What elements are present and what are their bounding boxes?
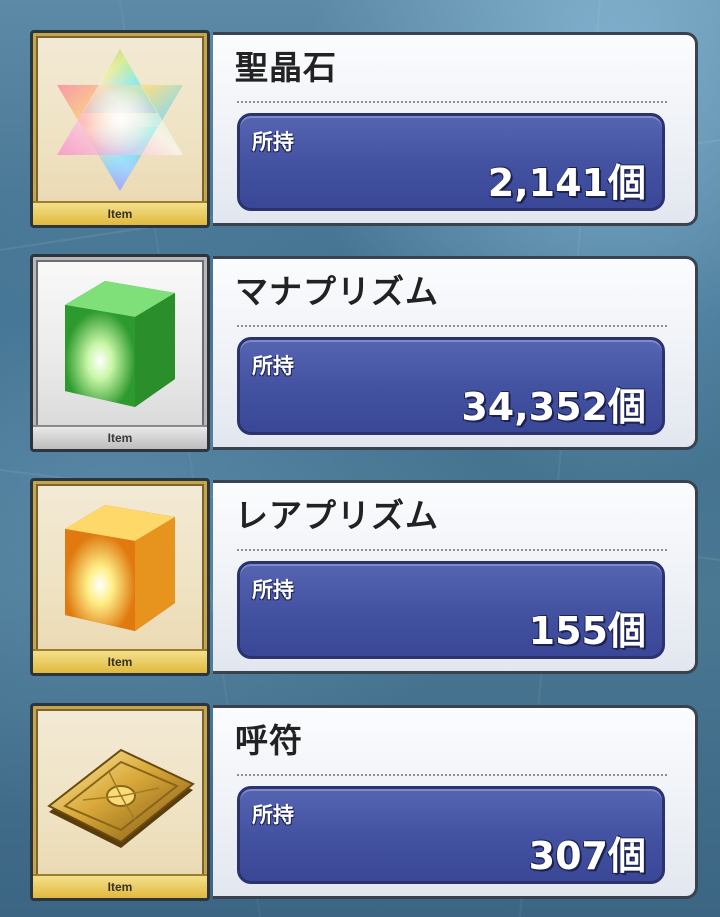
divider	[237, 549, 667, 551]
summon-ticket-icon	[47, 748, 195, 848]
item-row-rare-prism[interactable]: Item レアプリズム 所持 155個	[30, 478, 698, 676]
mana-prism-icon	[65, 281, 175, 407]
item-tag: Item	[33, 874, 207, 898]
owned-count-box: 所持 34,352個	[237, 337, 665, 435]
item-name: レアプリズム	[235, 496, 439, 535]
item-name: 呼符	[235, 721, 303, 760]
owned-count: 2,141個	[487, 161, 646, 205]
saint-quartz-icon	[57, 49, 183, 191]
item-row-mana-prism[interactable]: Item マナプリズム 所持 34,352個	[30, 254, 698, 452]
owned-label: 所持	[252, 578, 294, 602]
rare-prism-icon	[65, 505, 175, 631]
owned-count: 307個	[528, 834, 646, 878]
divider	[237, 101, 667, 103]
item-thumbnail: Item	[30, 478, 210, 676]
item-name: マナプリズム	[235, 272, 439, 311]
item-row-saint-quartz[interactable]: Item 聖晶石 所持 2,141個	[30, 30, 698, 228]
owned-count-box: 所持 155個	[237, 561, 665, 659]
item-tag: Item	[33, 425, 207, 449]
item-info-panel: マナプリズム 所持 34,352個	[213, 256, 698, 450]
item-name: 聖晶石	[235, 48, 337, 87]
owned-count-box: 所持 307個	[237, 786, 665, 884]
item-info-panel: 聖晶石 所持 2,141個	[213, 32, 698, 226]
owned-label: 所持	[252, 130, 294, 154]
item-thumbnail: Item	[30, 30, 210, 228]
owned-count: 34,352個	[461, 385, 646, 429]
owned-count: 155個	[528, 609, 646, 653]
owned-label: 所持	[252, 354, 294, 378]
item-info-panel: 呼符 所持 307個	[213, 705, 698, 899]
owned-count-box: 所持 2,141個	[237, 113, 665, 211]
divider	[237, 774, 667, 776]
item-info-panel: レアプリズム 所持 155個	[213, 480, 698, 674]
owned-label: 所持	[252, 803, 294, 827]
divider	[237, 325, 667, 327]
item-thumbnail: Item	[30, 703, 210, 901]
item-row-summon-ticket[interactable]: Item 呼符 所持 307個	[30, 703, 698, 901]
item-thumbnail: Item	[30, 254, 210, 452]
item-tag: Item	[33, 649, 207, 673]
item-tag: Item	[33, 201, 207, 225]
